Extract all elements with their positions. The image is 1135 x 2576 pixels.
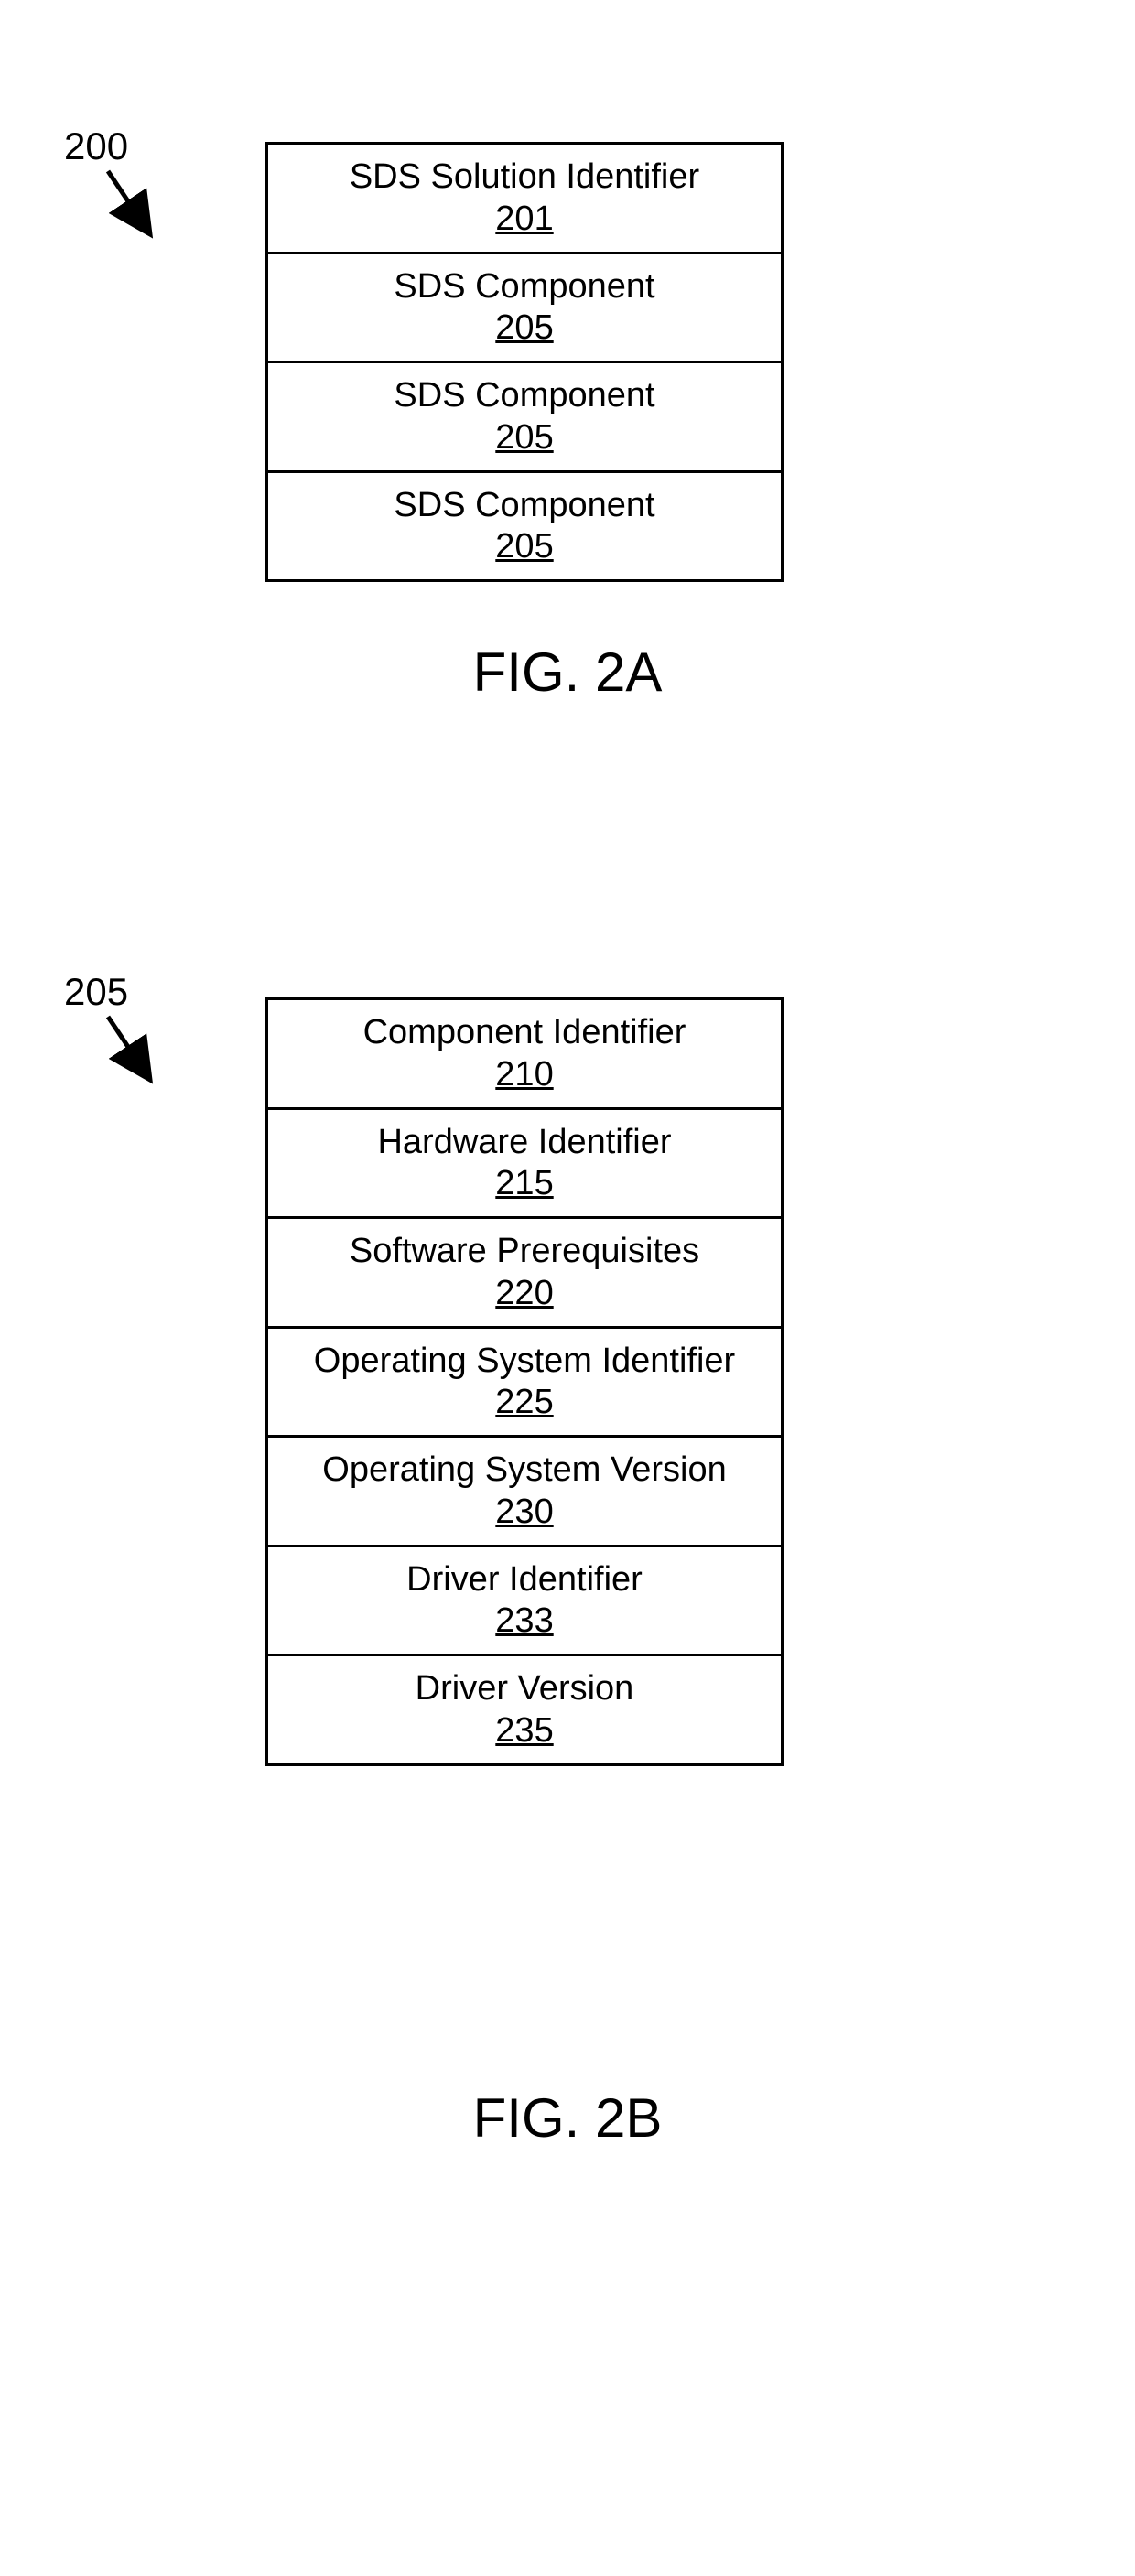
fig2a-row-3-label: SDS Component [277,484,772,528]
fig2b-row-3-label: Operating System Identifier [277,1340,772,1384]
fig2b-row-5: Driver Identifier 233 [268,1545,781,1654]
fig2b-row-1-label: Hardware Identifier [277,1121,772,1165]
fig2b-table: Component Identifier 210 Hardware Identi… [265,997,784,1766]
fig2a-callout-arrow [99,167,163,249]
fig2a-table: SDS Solution Identifier 201 SDS Componen… [265,142,784,582]
fig2b-row-5-num: 233 [277,1601,772,1641]
fig2b-row-1: Hardware Identifier 215 [268,1107,781,1217]
fig2b-row-6: Driver Version 235 [268,1654,781,1763]
fig2b-row-2: Software Prerequisites 220 [268,1216,781,1326]
fig2b-row-4: Operating System Version 230 [268,1435,781,1545]
fig2a-row-3-num: 205 [277,527,772,566]
fig2b-row-0-num: 210 [277,1055,772,1094]
fig2b-row-6-label: Driver Version [277,1667,772,1711]
fig2a-row-0-label: SDS Solution Identifier [277,156,772,199]
fig2a-row-2-num: 205 [277,418,772,458]
fig2a-row-2: SDS Component 205 [268,361,781,470]
fig2a-row-0-num: 201 [277,199,772,239]
fig2b-callout-number: 205 [64,970,128,1014]
fig2b-row-2-label: Software Prerequisites [277,1230,772,1274]
fig2a-row-0: SDS Solution Identifier 201 [268,145,781,252]
fig2b-row-2-num: 220 [277,1274,772,1313]
fig2a-callout-number: 200 [64,124,128,168]
fig2a-row-1: SDS Component 205 [268,252,781,361]
fig2b-row-0-label: Component Identifier [277,1011,772,1055]
fig2b-row-4-num: 230 [277,1493,772,1532]
fig2b-row-3-num: 225 [277,1383,772,1422]
page: 200 SDS Solution Identifier 201 SDS Comp… [0,0,1135,2576]
fig2b-callout-arrow [99,1012,163,1094]
fig2a-row-1-label: SDS Component [277,265,772,309]
fig2a-row-3: SDS Component 205 [268,470,781,580]
fig2b-row-5-label: Driver Identifier [277,1558,772,1602]
fig2a-row-1-num: 205 [277,308,772,348]
fig2b-row-1-num: 215 [277,1164,772,1203]
fig2b-row-6-num: 235 [277,1711,772,1751]
fig2a-row-2-label: SDS Component [277,374,772,418]
fig2b-row-3: Operating System Identifier 225 [268,1326,781,1436]
fig2a-caption: FIG. 2A [0,641,1135,704]
fig2b-row-0: Component Identifier 210 [268,1000,781,1107]
fig2b-caption: FIG. 2B [0,2086,1135,2150]
fig2b-row-4-label: Operating System Version [277,1449,772,1493]
